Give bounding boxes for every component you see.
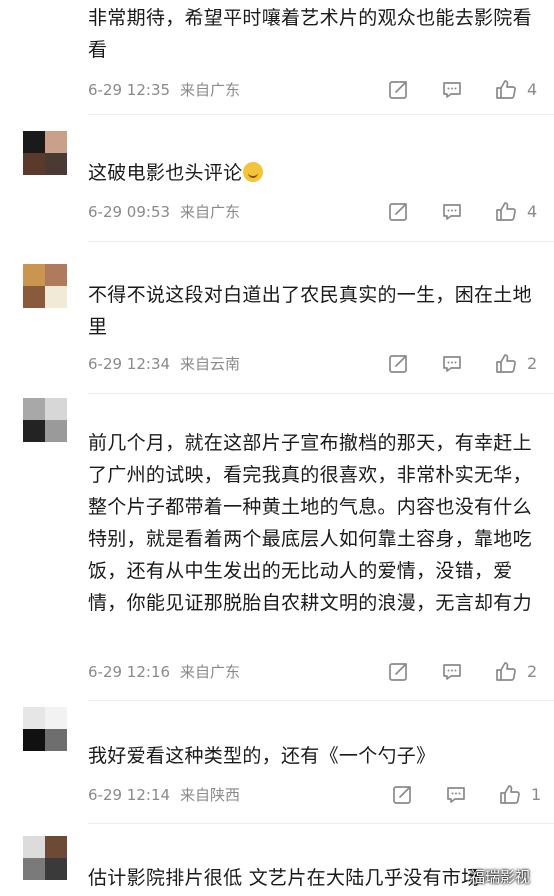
comment-text: 这破电影也头评论	[88, 157, 533, 189]
avatar[interactable]	[23, 0, 67, 22]
smile-emoji-icon	[243, 162, 264, 182]
thumbs-up-icon[interactable]	[494, 78, 518, 102]
comment-text-body: 这破电影也头评论	[88, 162, 243, 184]
comment-text: 非常期待，希望平时嚷着艺术片的观众也能去影院看看	[88, 7, 532, 61]
comment-icon[interactable]	[440, 78, 464, 102]
thumbs-up-icon[interactable]	[494, 352, 518, 376]
like-count: 4	[527, 80, 538, 99]
share-icon[interactable]	[386, 200, 410, 224]
avatar[interactable]	[23, 264, 67, 308]
comment-text: 我好爱看这种类型的，还有《一个勺子》	[88, 745, 436, 767]
comment-icon[interactable]	[440, 660, 464, 684]
divider	[88, 241, 554, 242]
comment-actions: 1	[0, 783, 554, 809]
comment-text: 估计影院排片很低 文艺片在大陆几乎没有市场	[88, 867, 481, 889]
watermark: 福瑞影视	[470, 868, 531, 886]
divider	[88, 393, 554, 394]
comment-text: 前几个月，就在这部片子宣布撤档的那天，有幸赶上了广州的试映，看完我真的很喜欢，非…	[88, 432, 532, 614]
thumbs-up-icon[interactable]	[494, 200, 518, 224]
avatar[interactable]	[23, 398, 67, 442]
like-count: 4	[527, 202, 538, 221]
comment-actions: 4	[0, 200, 554, 226]
comment-text: 不得不说这段对白道出了农民真实的一生，困在土地里	[88, 284, 532, 338]
thumbs-up-icon[interactable]	[498, 783, 522, 807]
like-count: 2	[527, 354, 538, 373]
thumbs-up-icon[interactable]	[494, 660, 518, 684]
share-icon[interactable]	[386, 78, 410, 102]
avatar[interactable]	[23, 836, 67, 880]
divider	[88, 823, 554, 824]
divider	[88, 114, 554, 115]
comment-icon[interactable]	[440, 200, 464, 224]
avatar[interactable]	[23, 131, 67, 175]
divider	[88, 700, 554, 701]
comment-actions: 4	[0, 78, 554, 104]
comment-icon[interactable]	[444, 783, 468, 807]
avatar[interactable]	[23, 707, 67, 751]
comment-actions: 2	[0, 352, 554, 378]
share-icon[interactable]	[390, 783, 414, 807]
like-count: 1	[531, 785, 542, 804]
share-icon[interactable]	[386, 660, 410, 684]
share-icon[interactable]	[386, 352, 410, 376]
like-count: 2	[527, 662, 538, 681]
comment-actions: 2	[0, 660, 554, 686]
comment-icon[interactable]	[440, 352, 464, 376]
